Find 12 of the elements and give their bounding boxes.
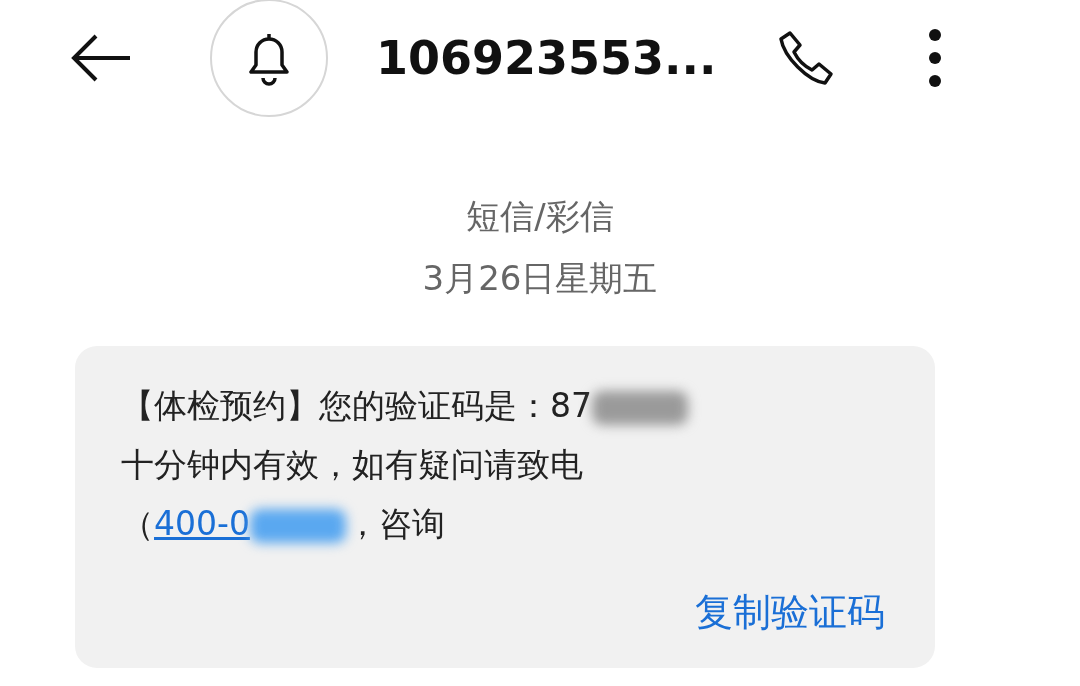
message-text: 【体检预约】您的验证码是：87 十分钟内有效，如有疑问请致电 （400-0 ，咨询	[121, 376, 889, 553]
back-button[interactable]	[70, 34, 132, 82]
copy-code-button[interactable]: 复制验证码	[695, 587, 885, 638]
phone-link[interactable]: 400-0	[154, 504, 250, 543]
more-icon	[928, 28, 942, 88]
contact-title: 106923553...	[376, 31, 718, 85]
phone-icon	[776, 29, 836, 87]
date-label: 3月26日星期五	[422, 258, 658, 298]
call-button[interactable]	[776, 29, 836, 87]
more-button[interactable]	[928, 28, 942, 88]
message-type-label: 短信/彩信	[466, 196, 614, 236]
back-arrow-icon	[70, 34, 132, 82]
